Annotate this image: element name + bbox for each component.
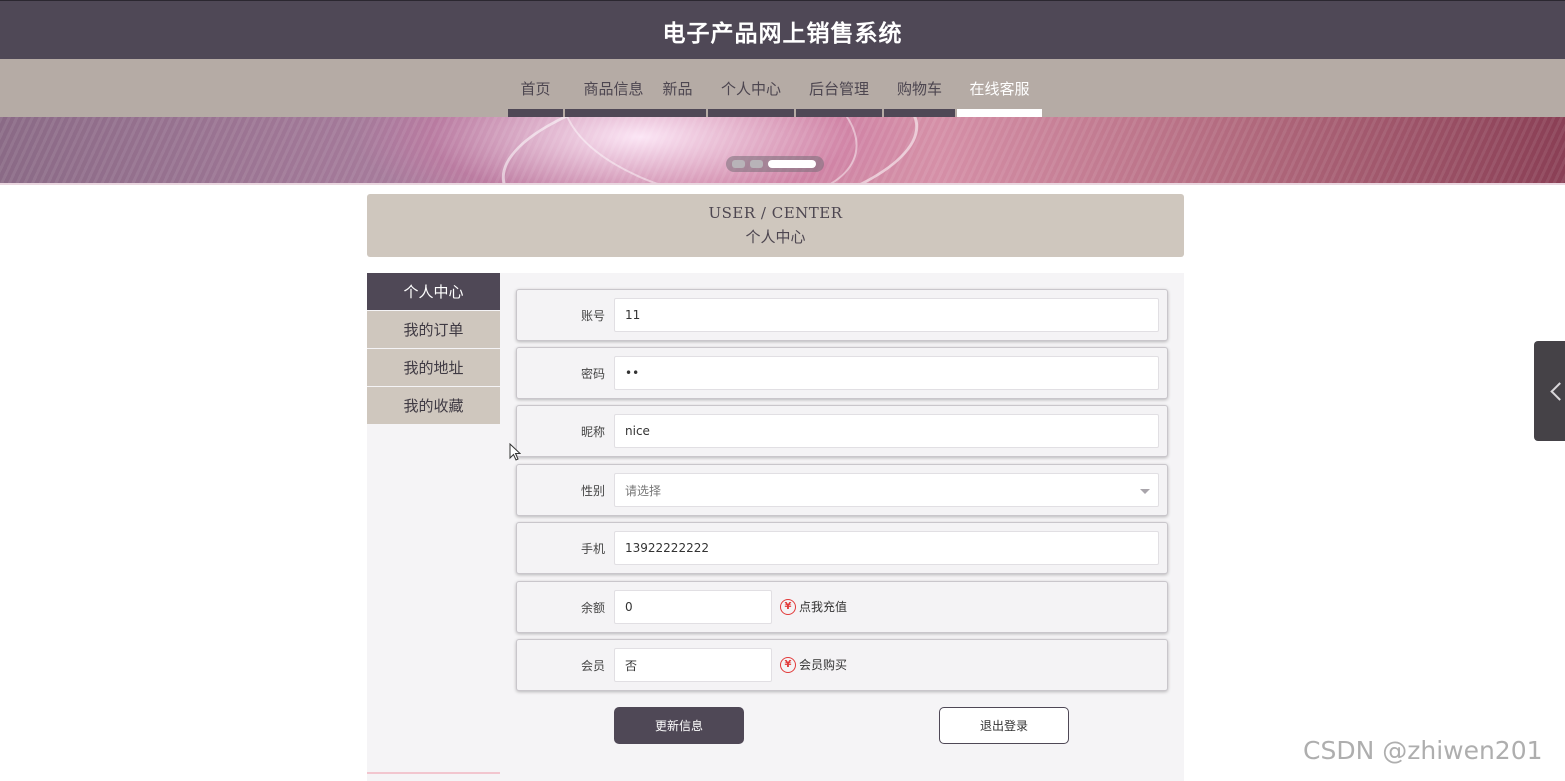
sidebar-item-addresses[interactable]: 我的地址 bbox=[367, 349, 500, 386]
banner-slider-dots bbox=[726, 156, 824, 172]
sidebar-divider bbox=[367, 772, 500, 774]
form-row-phone: 手机 13922222222 bbox=[516, 522, 1168, 574]
recharge-link-label: 点我充值 bbox=[799, 600, 848, 614]
nav-underline bbox=[708, 109, 794, 117]
nav-user-center[interactable]: 个人中心 bbox=[708, 59, 794, 117]
nav-label: 个人中心 bbox=[720, 79, 781, 98]
gender-select-value: 请选择 bbox=[625, 483, 662, 498]
sidebar-item-label: 我的收藏 bbox=[403, 397, 464, 415]
nav-label: 新品 bbox=[662, 79, 693, 98]
nav-underline bbox=[884, 109, 955, 117]
section-title-box: USER / CENTER 个人中心 bbox=[367, 194, 1184, 257]
slider-dot[interactable] bbox=[750, 160, 763, 168]
member-label: 会员 bbox=[580, 658, 605, 673]
nav-home[interactable]: 首页 bbox=[508, 59, 563, 117]
form-row-gender: 性别 请选择 bbox=[516, 464, 1168, 516]
slider-dot-active[interactable] bbox=[768, 160, 816, 168]
chevron-left-icon bbox=[1550, 381, 1565, 401]
nav-new-products[interactable]: 新品 bbox=[649, 59, 706, 117]
section-title-en: USER / CENTER bbox=[708, 204, 843, 222]
nav-label: 商品信息 bbox=[583, 79, 644, 98]
sidebar-item-favorites[interactable]: 我的收藏 bbox=[367, 387, 500, 424]
sidebar-item-orders[interactable]: 我的订单 bbox=[367, 311, 500, 348]
phone-label: 手机 bbox=[580, 541, 605, 556]
watermark-text: CSDN @zhiwen201 bbox=[1303, 736, 1543, 765]
hero-banner bbox=[0, 117, 1565, 185]
form-row-balance: 余额 0 ¥ 点我充值 bbox=[516, 581, 1168, 633]
buy-membership-link[interactable]: ¥ 会员购买 bbox=[780, 656, 847, 673]
phone-input[interactable]: 13922222222 bbox=[614, 531, 1159, 565]
password-input[interactable]: •• bbox=[614, 356, 1159, 390]
nav-label: 首页 bbox=[520, 79, 551, 98]
sidebar-item-user-center[interactable]: 个人中心 bbox=[367, 273, 500, 310]
nav-underline bbox=[508, 109, 563, 117]
recharge-link[interactable]: ¥ 点我充值 bbox=[780, 598, 847, 615]
nickname-input[interactable]: nice bbox=[614, 414, 1159, 448]
yen-icon: ¥ bbox=[780, 598, 796, 615]
nav-customer-service[interactable]: 在线客服 bbox=[957, 59, 1042, 117]
balance-input[interactable]: 0 bbox=[614, 590, 772, 624]
sidebar-item-label: 我的地址 bbox=[403, 359, 464, 377]
nav-label: 后台管理 bbox=[808, 79, 869, 98]
section-title-cn: 个人中心 bbox=[745, 228, 806, 246]
update-info-button[interactable]: 更新信息 bbox=[614, 707, 744, 744]
nav-label: 购物车 bbox=[896, 79, 942, 98]
site-header: 电子产品网上销售系统 bbox=[0, 0, 1565, 59]
nickname-label: 昵称 bbox=[580, 424, 605, 439]
gender-select[interactable]: 请选择 bbox=[614, 473, 1159, 507]
site-title: 电子产品网上销售系统 bbox=[662, 21, 903, 47]
account-label: 账号 bbox=[580, 308, 605, 323]
main-nav: 首页 商品信息 新品 个人中心 后台管理 购物车 在线客服 bbox=[0, 59, 1565, 117]
side-drawer-toggle[interactable] bbox=[1534, 341, 1565, 441]
member-input[interactable]: 否 bbox=[614, 648, 772, 682]
nav-admin[interactable]: 后台管理 bbox=[796, 59, 882, 117]
chevron-down-icon bbox=[1140, 489, 1150, 494]
nav-underline bbox=[796, 109, 882, 117]
balance-label: 余额 bbox=[580, 600, 605, 615]
nav-cart[interactable]: 购物车 bbox=[884, 59, 955, 117]
slider-dot[interactable] bbox=[732, 160, 745, 168]
form-row-account: 账号 11 bbox=[516, 289, 1168, 341]
nav-underline bbox=[957, 109, 1042, 117]
form-row-nickname: 昵称 nice bbox=[516, 405, 1168, 457]
user-sidebar: 个人中心 我的订单 我的地址 我的收藏 bbox=[367, 273, 500, 781]
account-input[interactable]: 11 bbox=[614, 298, 1159, 332]
yen-icon: ¥ bbox=[780, 656, 796, 673]
sidebar-item-label: 我的订单 bbox=[403, 321, 464, 339]
form-row-password: 密码 •• bbox=[516, 347, 1168, 399]
mouse-cursor-icon bbox=[509, 443, 521, 461]
gender-label: 性别 bbox=[580, 483, 605, 498]
sidebar-item-label: 个人中心 bbox=[403, 283, 464, 301]
buy-membership-link-label: 会员购买 bbox=[799, 658, 848, 672]
password-label: 密码 bbox=[580, 366, 605, 381]
logout-button[interactable]: 退出登录 bbox=[939, 707, 1069, 744]
form-row-member: 会员 否 ¥ 会员购买 bbox=[516, 639, 1168, 691]
nav-label: 在线客服 bbox=[969, 79, 1030, 98]
